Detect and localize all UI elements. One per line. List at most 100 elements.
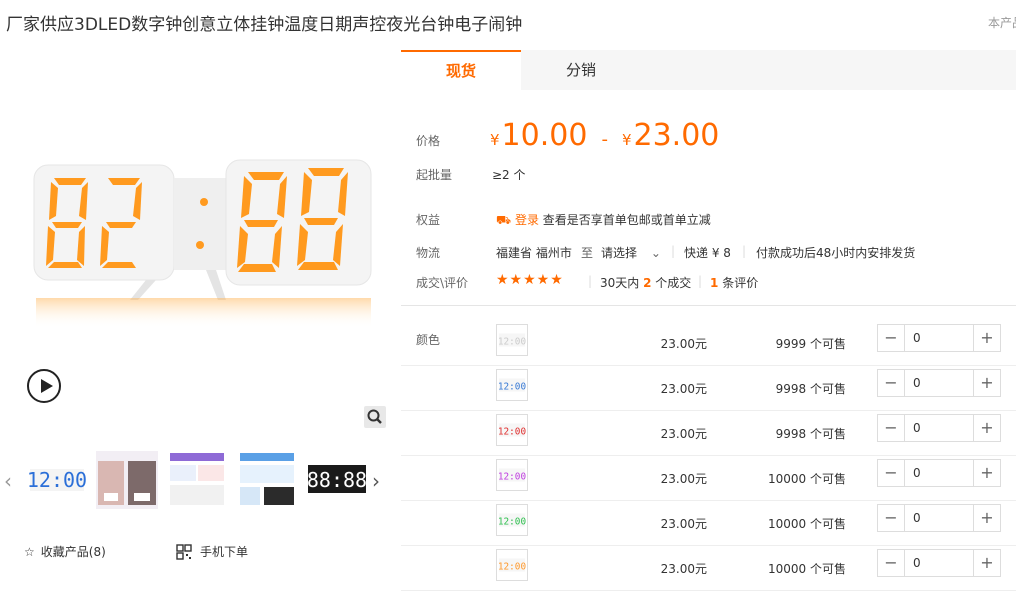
variant-stock: 9999 个可售: [775, 337, 846, 351]
variant-price: 23.00元: [660, 382, 707, 396]
svg-text:12:00: 12:00: [498, 382, 527, 393]
variant-row: 12:00 23.00元 9998 个可售 −0 +: [401, 410, 1016, 456]
increase-button[interactable]: +: [974, 370, 1000, 396]
variant-thumbnail[interactable]: 12:00: [496, 369, 528, 401]
decrease-button[interactable]: −: [878, 460, 904, 486]
tab-bar: 现货 分销: [401, 50, 1016, 90]
divider: [401, 305, 1016, 306]
login-link[interactable]: 登录: [515, 213, 539, 227]
variant-price: 23.00元: [660, 427, 707, 441]
rating-stars: ★★★★★: [496, 272, 564, 288]
svg-text:88:88: 88:88: [307, 468, 367, 492]
variant-price: 23.00元: [660, 562, 707, 576]
ship-to-prefix: 至: [581, 246, 594, 260]
product-info-link[interactable]: 本产品: [988, 14, 1016, 31]
tab-in-stock[interactable]: 现货: [401, 50, 521, 90]
quantity-stepper: −0 +: [877, 414, 1001, 442]
thumbs-next-arrow[interactable]: ›: [372, 469, 380, 493]
deals-summary[interactable]: 30天内 2 个成交: [600, 274, 691, 291]
increase-button[interactable]: +: [974, 550, 1000, 576]
variant-row: 12:00 23.00元 10000 个可售 −0 +: [401, 545, 1016, 591]
quantity-input[interactable]: 0: [904, 415, 974, 441]
zoom-button[interactable]: [364, 406, 386, 428]
express-fee: 快递 ¥ 8: [684, 246, 731, 260]
quantity-input[interactable]: 0: [904, 505, 974, 531]
variant-thumbnail[interactable]: 12:00: [496, 504, 528, 536]
ship-to-select[interactable]: 请选择 ⌄: [601, 244, 661, 261]
magnifier-icon: [367, 409, 382, 424]
quantity-input[interactable]: 0: [904, 370, 974, 396]
tab-distribution[interactable]: 分销: [521, 50, 641, 90]
decrease-button[interactable]: −: [878, 325, 904, 351]
reviews-summary[interactable]: 1 条评价: [710, 274, 758, 291]
qr-code-icon: [176, 543, 192, 560]
quantity-stepper: −0 +: [877, 504, 1001, 532]
variant-thumbnail[interactable]: 12:00: [496, 549, 528, 581]
decrease-button[interactable]: −: [878, 370, 904, 396]
variant-row: 12:00 23.00元 10000 个可售 −0 +: [401, 455, 1016, 501]
quantity-input[interactable]: 0: [904, 460, 974, 486]
quantity-stepper: −0 +: [877, 369, 1001, 397]
thumbnail[interactable]: [96, 451, 158, 509]
variant-row: 12:00 23.00元 9998 个可售 −0 +: [401, 365, 1016, 411]
thumbs-prev-arrow[interactable]: ‹: [4, 469, 12, 493]
increase-button[interactable]: +: [974, 460, 1000, 486]
increase-button[interactable]: +: [974, 415, 1000, 441]
quantity-stepper: −0 +: [877, 324, 1001, 352]
variant-thumbnail[interactable]: 12:00: [496, 459, 528, 491]
variant-price: 23.00元: [660, 517, 707, 531]
deal-label: 成交\评价: [416, 276, 469, 290]
thumbnail[interactable]: 88:88: [306, 451, 368, 509]
play-video-button[interactable]: [27, 369, 61, 403]
variant-price: 23.00元: [660, 337, 707, 351]
svg-text:12:00: 12:00: [498, 472, 527, 483]
svg-text:12:00: 12:00: [498, 517, 527, 528]
thumbnail[interactable]: [236, 451, 298, 509]
variant-stock: 9998 个可售: [775, 382, 846, 396]
ship-from: 福建省 福州市: [496, 246, 572, 260]
star-outline-icon: ☆: [24, 544, 35, 559]
product-title: 厂家供应3DLED数字钟创意立体挂钟温度日期声控夜光台钟电子闹钟: [6, 15, 523, 35]
variant-price: 23.00元: [660, 472, 707, 486]
separator: |: [671, 244, 676, 258]
increase-button[interactable]: +: [974, 505, 1000, 531]
svg-text:12:00: 12:00: [27, 468, 87, 492]
svg-text:12:00: 12:00: [498, 337, 527, 348]
main-product-image[interactable]: [26, 150, 376, 330]
decrease-button[interactable]: −: [878, 505, 904, 531]
logistics-label: 物流: [416, 246, 441, 260]
delivery-note: 付款成功后48小时内安排发货: [756, 246, 916, 260]
mobile-order-button[interactable]: 手机下单: [176, 543, 248, 560]
rights-row: ⛟ 登录 查看是否享首单包邮或首单立减: [496, 213, 711, 227]
moq-label: 起批量: [416, 168, 453, 182]
price-range: ¥ 10.00 - ¥ 23.00: [490, 118, 720, 153]
quantity-input[interactable]: 0: [904, 550, 974, 576]
quantity-stepper: −0 +: [877, 459, 1001, 487]
variant-row: 12:00 23.00元 10000 个可售 −0 +: [401, 500, 1016, 546]
variant-row: 12:00 23.00元 9999 个可售 −0 +: [401, 320, 1016, 366]
price-high: 23.00: [633, 118, 720, 153]
separator: |: [698, 274, 703, 288]
favorite-button[interactable]: ☆ 收藏产品(8): [24, 543, 106, 560]
coupon-icon: ⛟: [496, 213, 512, 227]
variant-thumbnail[interactable]: 12:00: [496, 324, 528, 356]
moq-value: ≥2 个: [492, 168, 526, 182]
svg-text:12:00: 12:00: [498, 562, 527, 573]
separator: |: [742, 244, 747, 258]
variant-stock: 9998 个可售: [775, 427, 846, 441]
variant-thumbnail[interactable]: 12:00: [496, 414, 528, 446]
variant-stock: 10000 个可售: [768, 562, 846, 576]
price-label: 价格: [416, 134, 441, 148]
rights-label: 权益: [416, 213, 441, 227]
thumbnail[interactable]: 12:00: [26, 451, 88, 509]
decrease-button[interactable]: −: [878, 550, 904, 576]
increase-button[interactable]: +: [974, 325, 1000, 351]
quantity-input[interactable]: 0: [904, 325, 974, 351]
variant-stock: 10000 个可售: [768, 472, 846, 486]
chevron-down-icon: ⌄: [650, 246, 661, 260]
thumbnail[interactable]: [166, 451, 228, 509]
svg-text:12:00: 12:00: [498, 427, 527, 438]
price-low: 10.00: [501, 118, 588, 153]
quantity-stepper: −0 +: [877, 549, 1001, 577]
decrease-button[interactable]: −: [878, 415, 904, 441]
